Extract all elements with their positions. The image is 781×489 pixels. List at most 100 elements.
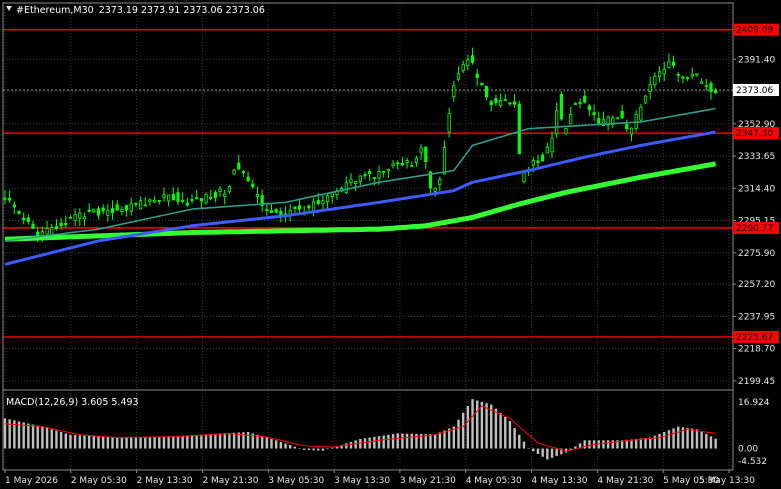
candle-body [685, 77, 690, 80]
candle-body [695, 73, 699, 76]
candle-body [124, 205, 129, 211]
macd-histogram-bar [172, 436, 175, 449]
level-tag-label: 2347.30 [736, 129, 773, 139]
candle-body [255, 194, 260, 197]
macd-histogram-bar [349, 441, 353, 449]
macd-histogram-bar [438, 432, 442, 449]
macd-tick-label: 0.00 [738, 445, 758, 455]
macd-histogram-bar [391, 434, 395, 449]
macd-histogram-bar [354, 440, 357, 449]
macd-histogram-bar [429, 434, 432, 449]
macd-tick-label: -4.532 [738, 457, 767, 467]
macd-histogram-bar [461, 412, 465, 449]
candle-body [143, 204, 147, 207]
candle-body [573, 103, 577, 105]
candle-body [667, 61, 671, 68]
macd-histogram-bar [588, 440, 591, 449]
macd-histogram-bar [111, 437, 114, 449]
macd-histogram-bar [373, 436, 376, 449]
candle-body [484, 85, 489, 98]
candle-body [3, 197, 7, 200]
candle-body [349, 178, 353, 183]
candle-body [101, 207, 105, 212]
macd-histogram-bar [331, 447, 334, 449]
macd-histogram-bar [64, 433, 67, 449]
macd-histogram-bar [536, 448, 540, 455]
macd-histogram-bar [550, 448, 554, 458]
candle-body [578, 102, 582, 104]
macd-histogram-bar [700, 431, 703, 449]
macd-histogram-bar [667, 430, 671, 449]
macd-histogram-bar [265, 437, 269, 449]
macd-histogram-bar [260, 436, 264, 449]
chart-symbol-header: #Ethereum,M30 2373.19 2373.91 2373.06 237… [16, 5, 265, 16]
candle-body [709, 82, 713, 92]
candle-body [82, 216, 87, 220]
candle-body [181, 199, 185, 202]
macd-histogram-bar [162, 436, 166, 449]
candle-body [195, 197, 199, 199]
macd-histogram-bar [181, 435, 184, 449]
candle-body [59, 222, 63, 227]
macd-histogram-bar [368, 437, 371, 449]
candle-body [671, 61, 676, 66]
macd-histogram-bar [405, 433, 409, 449]
macd-histogram-bar [256, 434, 259, 449]
macd-histogram-bar [312, 448, 315, 451]
macd-histogram-bar [363, 438, 367, 449]
candle-body [307, 205, 311, 209]
candle-body [293, 206, 297, 209]
candle-body [419, 147, 423, 153]
macd-histogram-bar [158, 436, 161, 449]
price-tick-label: 2314.40 [738, 184, 775, 194]
candle-body [690, 73, 694, 77]
macd-histogram-bar [555, 448, 558, 457]
macd-histogram-bar [101, 436, 105, 449]
candle-body [321, 200, 325, 205]
candle-body [704, 85, 708, 87]
candle-body [531, 160, 535, 166]
macd-histogram-bar [190, 435, 194, 449]
candle-body [452, 85, 456, 97]
macd-tick-label: 16.924 [738, 398, 770, 408]
macd-histogram-bar [326, 448, 329, 450]
macd-histogram-bar [134, 437, 138, 449]
candle-body [22, 217, 26, 221]
candle-body [325, 195, 330, 203]
candle-body [176, 192, 180, 202]
macd-histogram-bar [55, 430, 58, 449]
candle-body [498, 99, 503, 106]
macd-histogram-bar [148, 436, 152, 449]
macd-histogram-bar [204, 434, 208, 449]
candle-body [517, 103, 521, 155]
level-tag-label: 2225.67 [736, 333, 773, 343]
macd-histogram-bar [663, 432, 666, 449]
candle-body [115, 204, 119, 211]
macd-histogram-bar [307, 448, 311, 451]
macd-histogram-bar [490, 404, 493, 449]
candle-body [251, 183, 255, 188]
candle-body [269, 210, 274, 213]
macd-histogram-bar [606, 440, 610, 449]
macd-histogram-bar [153, 436, 156, 449]
candle-body [587, 105, 592, 111]
candle-body [657, 71, 662, 78]
candle-body [494, 98, 498, 103]
price-chart[interactable]: 2391.402372.152352.902333.652314.402295.… [0, 0, 781, 489]
candle-body [354, 180, 358, 184]
macd-histogram-bar [195, 434, 198, 449]
candle-body [297, 205, 302, 210]
candle-body [157, 199, 161, 202]
macd-histogram-bar [410, 433, 413, 449]
candle-body [541, 154, 545, 162]
macd-histogram-bar [658, 433, 661, 449]
price-tick-label: 2237.95 [738, 312, 775, 322]
candle-body [274, 209, 278, 213]
candle-body [615, 117, 620, 120]
candle-body [199, 198, 203, 202]
candle-body [265, 209, 269, 211]
price-tick-label: 2199.45 [738, 377, 775, 387]
candle-body [461, 63, 465, 71]
candle-body [120, 208, 124, 212]
candle-body [17, 210, 21, 214]
